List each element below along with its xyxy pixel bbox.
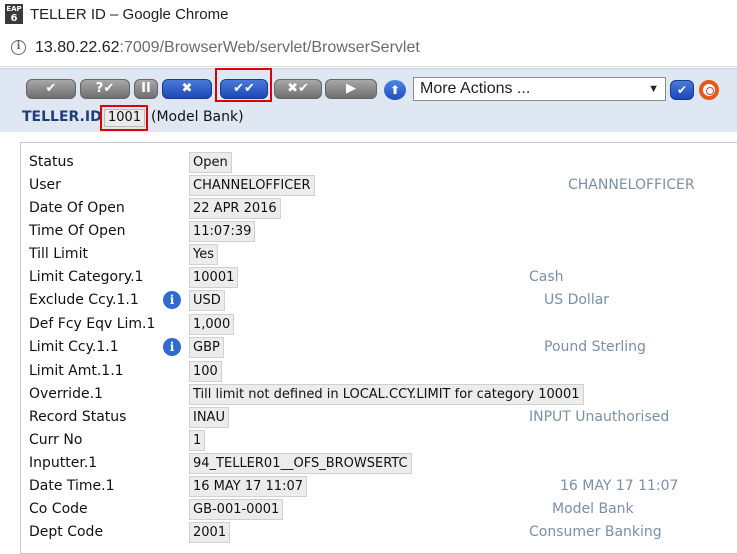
field-label: Date Of Open <box>29 200 125 216</box>
address-bar[interactable]: i 13.80.22.62:7009/BrowserWeb/servlet/Br… <box>0 30 737 67</box>
chevron-down-icon[interactable]: ▼ <box>648 78 659 100</box>
field-value: USD <box>189 290 225 311</box>
record-note: (Model Bank) <box>151 109 244 125</box>
reverse-button[interactable]: ✖✔ <box>274 79 322 99</box>
field-row-co-code: Co Code GB-001-0001 Model Bank <box>21 498 737 521</box>
field-row-limit-category: Limit Category.1 10001 Cash <box>21 266 737 289</box>
url-text[interactable]: 13.80.22.62:7009/BrowserWeb/servlet/Brow… <box>35 39 420 57</box>
field-label: Limit Amt.1.1 <box>29 363 124 379</box>
url-path: :7009/BrowserWeb/servlet/BrowserServlet <box>119 39 420 56</box>
record-toolbar: ✔ ?✔ II ✖ ✔✔ ✖✔ ▶ ⬆ More Actions ... ▼ ✔… <box>0 68 737 132</box>
field-label: Till Limit <box>29 246 88 262</box>
field-label: Override.1 <box>29 386 103 402</box>
field-value: INAU <box>189 407 229 428</box>
field-value: Till limit not defined in LOCAL.CCY.LIMI… <box>189 384 584 405</box>
field-label: Def Fcy Eqv Lim.1 <box>29 316 156 332</box>
field-row-date-of-open: Date Of Open 22 APR 2016 <box>21 197 737 220</box>
field-value: GB-001-0001 <box>189 499 284 520</box>
window-title: TELLER ID – Google Chrome <box>30 6 229 23</box>
field-description: Consumer Banking <box>529 524 662 540</box>
upload-icon[interactable]: ⬆ <box>384 80 406 100</box>
field-value: 16 MAY 17 11:07 <box>189 476 307 497</box>
field-label: Record Status <box>29 409 127 425</box>
field-row-curr-no: Curr No 1 <box>21 429 737 452</box>
field-row-record-status: Record Status INAU INPUT Unauthorised <box>21 406 737 429</box>
url-host: 13.80.22.62 <box>35 39 120 56</box>
field-label: Time Of Open <box>29 223 126 239</box>
go-button[interactable]: ✔ <box>670 80 694 100</box>
field-value: CHANNELOFFICER <box>189 175 315 196</box>
field-row-inputter: Inputter.1 94_TELLER01__OFS_BROWSERTC <box>21 452 737 475</box>
field-description: US Dollar <box>544 292 610 308</box>
field-description: 16 MAY 17 11:07 <box>560 478 679 494</box>
record-panel: Status Open User CHANNELOFFICER CHANNELO… <box>20 142 737 554</box>
field-label: Status <box>29 154 74 170</box>
field-value: GBP <box>189 337 224 358</box>
field-description: Model Bank <box>552 501 634 517</box>
field-row-user: User CHANNELOFFICER CHANNELOFFICER <box>21 174 737 197</box>
field-label: Dept Code <box>29 524 104 540</box>
field-row-date-time: Date Time.1 16 MAY 17 11:07 16 MAY 17 11… <box>21 475 737 498</box>
field-value: 2001 <box>189 522 231 543</box>
field-value: 1,000 <box>189 314 235 335</box>
validate-button[interactable]: ?✔ <box>80 79 130 99</box>
info-icon[interactable]: i <box>163 338 181 356</box>
field-description: Cash <box>529 269 564 285</box>
commit-button[interactable]: ✔ <box>26 79 76 99</box>
more-actions-value: More Actions ... <box>420 80 531 97</box>
field-label: Inputter.1 <box>29 455 98 471</box>
field-value: 1 <box>189 430 206 451</box>
delete-button[interactable]: ✖ <box>162 79 212 99</box>
field-label: Limit Category.1 <box>29 269 144 285</box>
field-row-time-of-open: Time Of Open 11:07:39 <box>21 220 737 243</box>
app-logo-icon: EAP 6 <box>5 4 23 24</box>
next-button[interactable]: ▶ <box>325 79 377 99</box>
field-row-def-fcy-eqv-lim: Def Fcy Eqv Lim.1 1,000 <box>21 313 737 336</box>
field-value: 22 APR 2016 <box>189 198 281 219</box>
field-row-limit-amt: Limit Amt.1.1 100 <box>21 360 737 383</box>
more-actions-select[interactable]: More Actions ... ▼ <box>413 77 666 101</box>
field-description: CHANNELOFFICER <box>568 177 695 193</box>
field-row-exclude-ccy: Exclude Ccy.1.1 i USD US Dollar <box>21 289 737 312</box>
app-badge-number: 6 <box>10 13 18 24</box>
field-row-dept-code: Dept Code 2001 Consumer Banking <box>21 521 737 544</box>
field-value: 11:07:39 <box>189 221 256 242</box>
field-description: Pound Sterling <box>544 339 646 355</box>
field-label: Exclude Ccy.1.1 <box>29 292 139 308</box>
field-value: 10001 <box>189 267 239 288</box>
field-value: Yes <box>189 244 218 265</box>
help-lifebuoy-icon[interactable] <box>699 80 719 100</box>
record-id-label: TELLER.ID <box>22 109 102 125</box>
window-titlebar: EAP 6 TELLER ID – Google Chrome <box>0 0 737 30</box>
field-row-status: Status Open <box>21 151 737 174</box>
field-label: User <box>29 177 61 193</box>
field-label: Date Time.1 <box>29 478 115 494</box>
hold-button[interactable]: II <box>134 79 158 99</box>
field-label: Limit Ccy.1.1 <box>29 339 119 355</box>
field-row-override: Override.1 Till limit not defined in LOC… <box>21 383 737 406</box>
field-label: Curr No <box>29 432 83 448</box>
field-value: Open <box>189 152 232 173</box>
field-label: Co Code <box>29 501 88 517</box>
field-row-limit-ccy: Limit Ccy.1.1 i GBP Pound Sterling <box>21 336 737 359</box>
field-value: 100 <box>189 361 222 382</box>
info-icon[interactable]: i <box>163 291 181 309</box>
field-description: INPUT Unauthorised <box>529 409 670 425</box>
authorise-highlight <box>215 68 272 102</box>
record-id-highlight <box>100 105 148 131</box>
field-value: 94_TELLER01__OFS_BROWSERTC <box>189 453 412 474</box>
field-row-till-limit: Till Limit Yes <box>21 243 737 266</box>
site-info-icon[interactable]: i <box>11 40 26 55</box>
